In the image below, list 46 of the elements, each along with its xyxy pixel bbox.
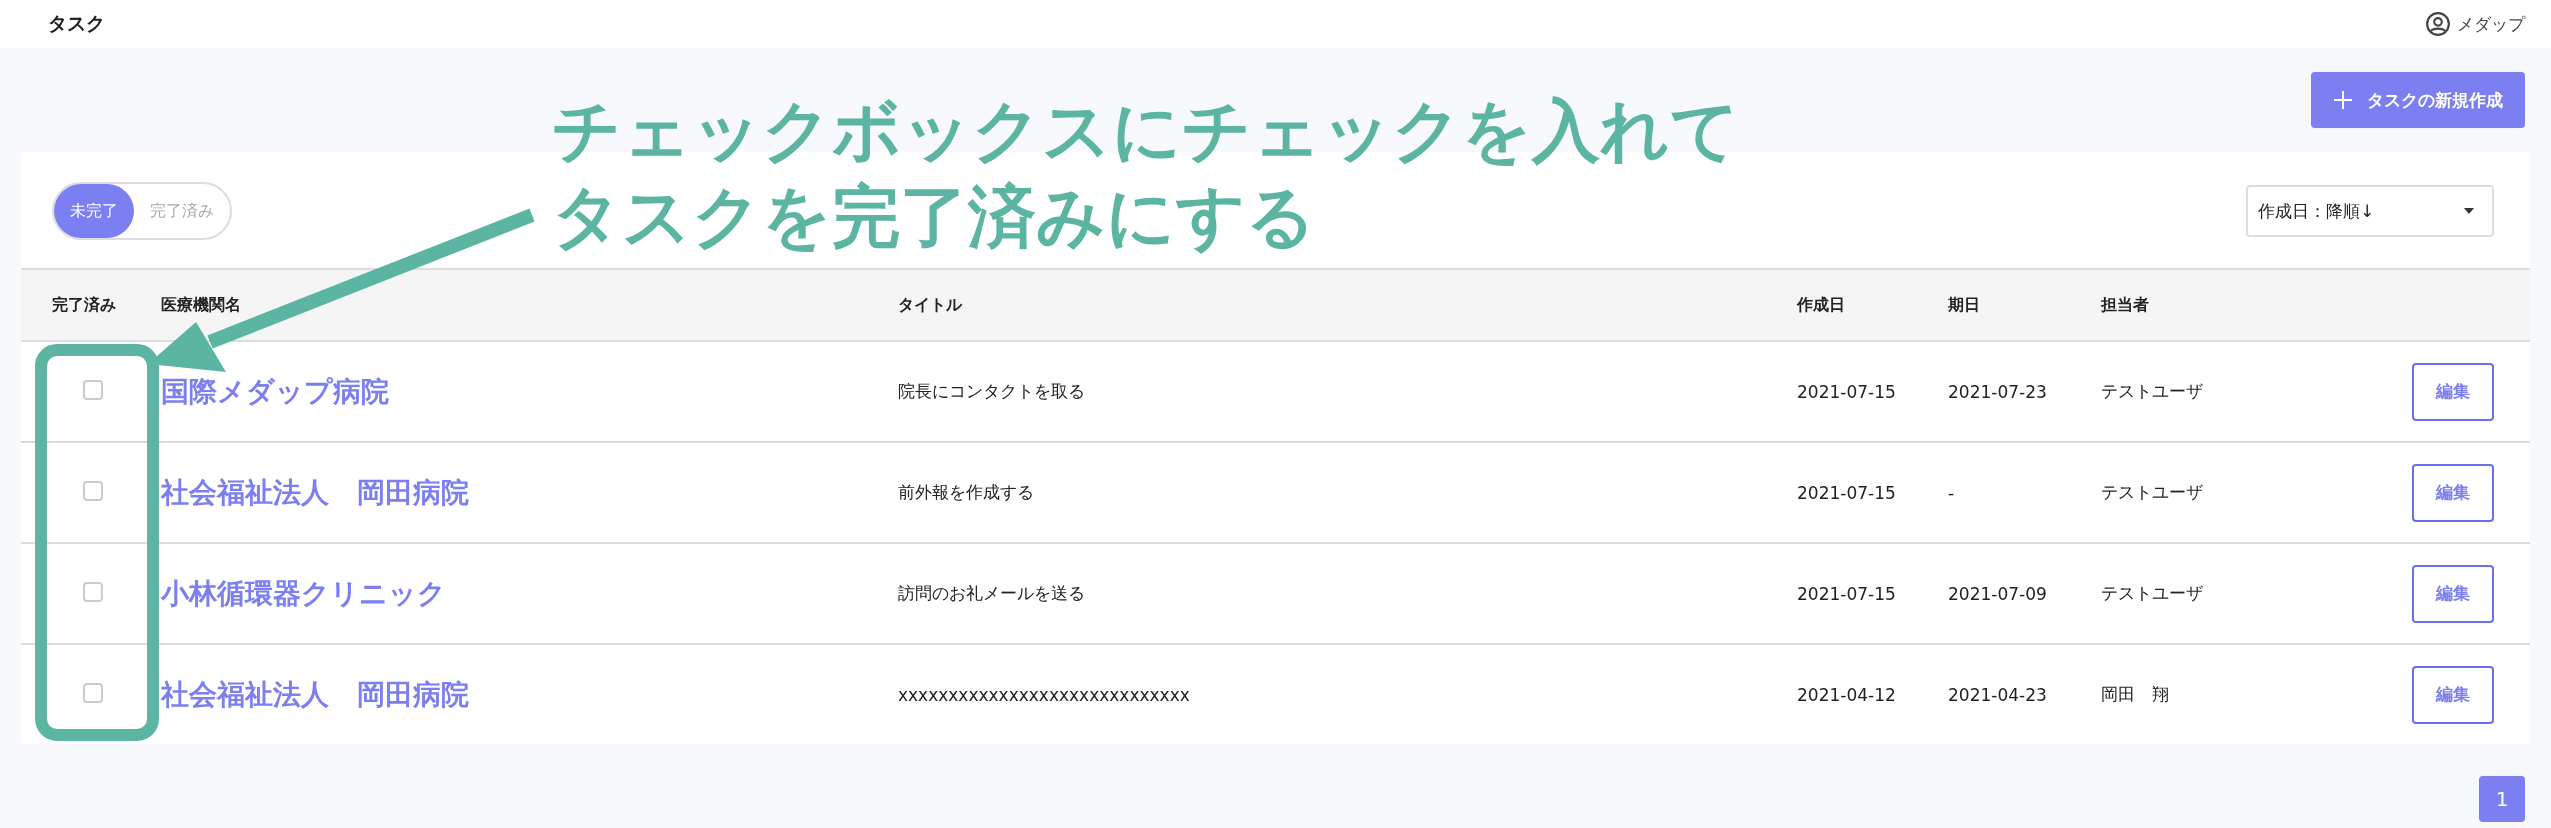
table-cell: 2021-04-12 — [1797, 684, 1896, 705]
table-cell: テストユーザ — [2101, 583, 2203, 603]
checkbox[interactable] — [83, 581, 103, 602]
edit-button[interactable]: 編集 — [2412, 463, 2494, 522]
facility-link[interactable]: 社会福祉法人 岡田病院 — [161, 677, 469, 711]
filter-tab[interactable]: 完了済み — [134, 184, 230, 238]
column-header: 期日 — [1948, 269, 2101, 341]
table-cell: 2021-07-23 — [1948, 381, 2047, 402]
user-name[interactable]: メダップ — [2457, 12, 2525, 36]
edit-button[interactable]: 編集 — [2412, 665, 2494, 724]
facility-link[interactable]: 社会福祉法人 岡田病院 — [161, 475, 469, 509]
checkbox[interactable] — [83, 682, 103, 703]
create-task-button[interactable]: タスクの新規作成 — [2311, 72, 2525, 128]
annotation-text: チェックボックスにチェックを入れて — [552, 90, 1740, 172]
caret-icon — [2464, 208, 2474, 214]
checkbox[interactable] — [83, 379, 103, 400]
table-cell: 訪問のお礼メールを送る — [898, 583, 1085, 603]
edit-button[interactable]: 編集 — [2412, 362, 2494, 421]
column-header: 完了済み — [21, 269, 161, 341]
column-header: タイトル — [898, 269, 1797, 341]
table-cell: テストユーザ — [2101, 482, 2203, 502]
annotation-text: タスクを完了済みにする — [552, 176, 1317, 258]
table-cell: 岡田 翔 — [2101, 684, 2169, 704]
table-cell: 2021-07-15 — [1797, 482, 1896, 503]
table-cell: 2021-07-09 — [1948, 583, 2047, 604]
table-cell: - — [1948, 482, 1955, 503]
column-header: 担当者 — [2101, 269, 2321, 341]
plus-icon — [2333, 90, 2353, 110]
table-cell: 院長にコンタクトを取る — [898, 381, 1085, 401]
table-cell: xxxxxxxxxxxxxxxxxxxxxxxxxxxxx — [898, 684, 1190, 705]
sort-dropdown[interactable]: 作成日：降順↓ — [2246, 185, 2494, 237]
table-cell: 2021-04-23 — [1948, 684, 2047, 705]
page-button[interactable]: 1 — [2479, 776, 2525, 822]
edit-button[interactable]: 編集 — [2412, 564, 2494, 623]
column-header: 作成日 — [1797, 269, 1948, 341]
page-title: タスク — [48, 11, 105, 36]
facility-link[interactable]: 国際メダップ病院 — [161, 374, 389, 408]
table-cell: 2021-07-15 — [1797, 381, 1896, 402]
table-cell: 2021-07-15 — [1797, 583, 1896, 604]
table-cell: テストユーザ — [2101, 381, 2203, 401]
facility-link[interactable]: 小林循環器クリニック — [161, 576, 446, 610]
checkbox[interactable] — [83, 480, 103, 501]
filter-tab[interactable]: 未完了 — [54, 184, 134, 238]
user-icon[interactable] — [2425, 11, 2451, 37]
table-cell: 前外報を作成する — [898, 482, 1034, 502]
column-header: 医療機関名 — [161, 269, 898, 341]
